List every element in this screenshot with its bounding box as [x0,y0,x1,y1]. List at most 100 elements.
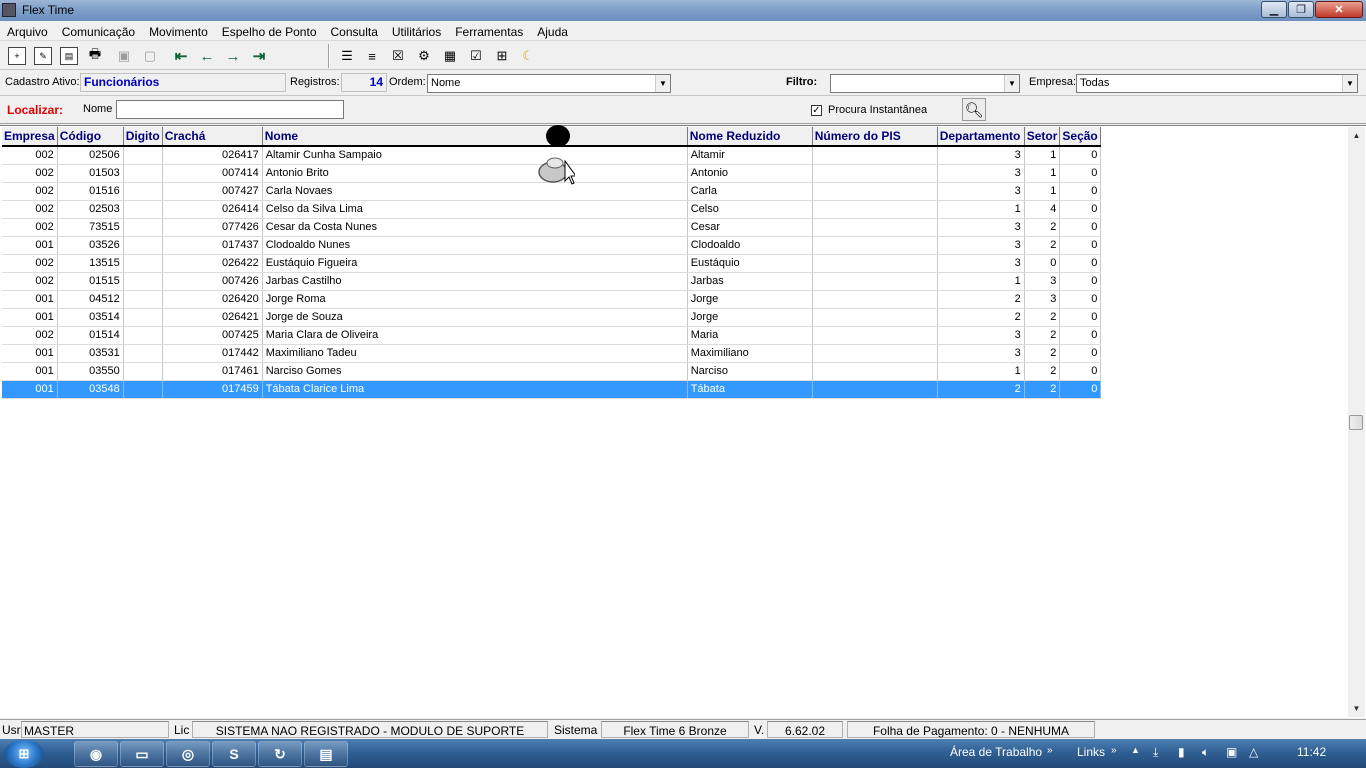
last-record-icon[interactable]: ⇥ [250,47,268,65]
table-cell[interactable]: Eustáquio [687,254,813,273]
table-cell[interactable]: 13515 [57,254,124,273]
table-cell[interactable]: 3 [1024,290,1061,309]
desktop-toolbar-label[interactable]: Área de Trabalho [950,745,1042,759]
menu-movimento[interactable]: Movimento [142,21,215,40]
edit-record-icon[interactable]: ✎ [34,47,52,65]
sync-icon[interactable]: ↻ [258,741,302,767]
tray-power-icon[interactable]: ▮ [1178,745,1185,759]
table-cell[interactable]: 3 [937,164,1025,183]
table-cell[interactable]: Maximiliano Tadeu [262,344,688,363]
first-record-icon[interactable]: ⇤ [172,47,190,65]
table-cell[interactable] [123,200,163,219]
volume-icon[interactable]: 🔈︎ [1202,745,1209,760]
table-cell[interactable]: 026420 [162,290,263,309]
table-cell[interactable]: Altamir Cunha Sampaio [262,146,688,165]
table-cell[interactable]: 002 [2,326,58,345]
table-cell[interactable]: Jorge de Souza [262,308,688,327]
table-cell[interactable] [123,326,163,345]
table-cell[interactable]: 0 [1059,218,1102,237]
table-cell[interactable]: 2 [1024,344,1061,363]
minimize-button[interactable]: ▁ [1261,1,1287,18]
table-cell[interactable]: 0 [1059,164,1102,183]
table-cell[interactable] [812,200,938,219]
table-cell[interactable]: 017442 [162,344,263,363]
table-cell[interactable] [123,236,163,255]
grid-icon[interactable]: ▦ [441,47,459,65]
table-cell[interactable]: 3 [937,344,1025,363]
scroll-down-icon[interactable]: ▼ [1348,700,1365,717]
table-cell[interactable]: 0 [1024,254,1061,273]
table-cell[interactable]: 1 [1024,146,1061,165]
menu-consulta[interactable]: Consulta [324,21,385,40]
table-cell[interactable] [812,236,938,255]
table-cell[interactable]: Jorge [687,308,813,327]
table-cell[interactable]: 2 [1024,308,1061,327]
filtro-select[interactable]: ▼ [830,74,1020,93]
browser-icon[interactable]: ◎ [166,741,210,767]
table-cell[interactable]: 1 [1024,164,1061,183]
table-cell[interactable]: 3 [937,326,1025,345]
table-cell[interactable]: Maximiliano [687,344,813,363]
table-cell[interactable]: Cesar da Costa Nunes [262,218,688,237]
menu-comunicacao[interactable]: Comunicação [55,21,142,40]
table-cell[interactable]: Narciso Gomes [262,362,688,381]
table-cell[interactable]: 01515 [57,272,124,291]
table-cell[interactable] [123,290,163,309]
table-cell[interactable]: 1 [937,200,1025,219]
table-row[interactable]: 001 04512 026420 Jorge Roma Jorge 2 3 0 [2,290,1102,309]
print-icon[interactable]: 🖶 [86,46,104,65]
cancel-icon[interactable]: ▢ [141,47,159,65]
maximize-button[interactable]: ❐ [1288,1,1314,18]
table-cell[interactable] [812,326,938,345]
drive-icon[interactable]: △ [1249,745,1258,759]
table-row[interactable]: 002 13515 026422 Eustáquio Figueira Eustáqui… [2,254,1102,273]
table-row[interactable]: 002 73515 077426 Cesar da Costa Nunes Cesar 3… [2,218,1102,237]
column-header[interactable]: Empresa [2,127,58,147]
tray-download-icon[interactable]: ⤓ [1153,745,1158,760]
table-row[interactable]: 001 03514 026421 Jorge de Souza Jorge 2 2 0 [2,308,1102,327]
table-cell[interactable]: 0 [1059,236,1102,255]
chevron-down-icon[interactable]: ▼ [655,75,670,92]
table-cell[interactable] [812,218,938,237]
table-cell[interactable] [123,164,163,183]
table-cell[interactable]: Eustáquio Figueira [262,254,688,273]
table-cell[interactable]: Jorge Roma [262,290,688,309]
chevron-right-icon[interactable]: » [1111,745,1117,756]
checklist-icon[interactable]: ☑ [467,47,485,65]
table-cell[interactable]: 03526 [57,236,124,255]
table-cell[interactable]: 026414 [162,200,263,219]
table-cell[interactable]: Jarbas Castilho [262,272,688,291]
instant-search-checkbox[interactable]: ✓ [811,105,822,116]
table-cell[interactable]: 1 [937,272,1025,291]
table-cell[interactable]: Maria [687,326,813,345]
column-header[interactable]: Digito [123,127,163,147]
table-cell[interactable]: Jorge [687,290,813,309]
table-cell[interactable]: 077426 [162,218,263,237]
table-cell[interactable]: 0 [1059,290,1102,309]
table-cell[interactable]: 026422 [162,254,263,273]
search-button[interactable]: 🔍︎ [962,98,986,121]
column-header[interactable]: Setor [1024,127,1061,147]
folder-icon[interactable]: ▭ [120,741,164,767]
table-cell[interactable]: 01514 [57,326,124,345]
table-cell[interactable]: 001 [2,362,58,381]
column-header[interactable]: Código [57,127,124,147]
table-cell[interactable]: 04512 [57,290,124,309]
nome-search-input[interactable] [116,100,344,119]
menu-utilitarios[interactable]: Utilitários [385,21,448,40]
table-cell[interactable]: 3 [1024,272,1061,291]
chevron-right-icon[interactable]: » [1047,745,1053,756]
links-toolbar-label[interactable]: Links [1077,745,1105,759]
save-icon[interactable]: ▣ [115,47,133,65]
table-cell[interactable]: 1 [937,362,1025,381]
export-icon[interactable]: ⊞ [493,47,511,65]
skype-icon[interactable]: S [212,741,256,767]
table-cell[interactable]: 03514 [57,308,124,327]
table-row[interactable]: 001 03531 017442 Maximiliano Tadeu Maximilia… [2,344,1102,363]
table-cell[interactable]: 001 [2,308,58,327]
column-header[interactable]: Crachá [162,127,263,147]
table-cell[interactable]: Narciso [687,362,813,381]
report-icon[interactable]: ☰ [338,47,356,65]
table-cell[interactable] [812,254,938,273]
table-cell[interactable]: 007425 [162,326,263,345]
